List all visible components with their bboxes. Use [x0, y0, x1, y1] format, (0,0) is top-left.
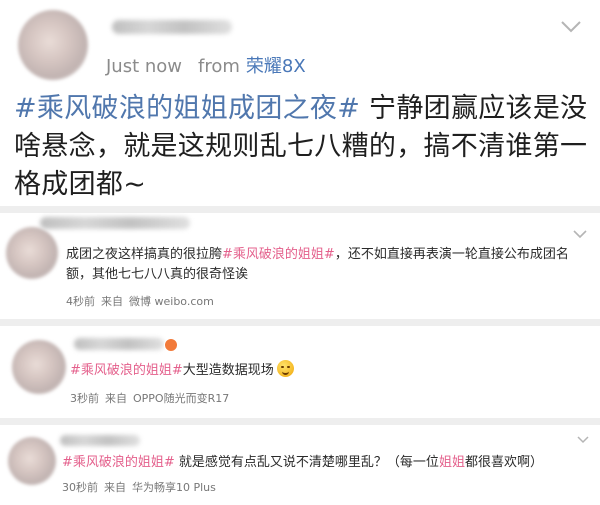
comment-item: 成团之夜这样搞真的很拉胯#乘风破浪的姐姐#，还不如直接再表演一轮直接公布成团名额… [0, 213, 600, 319]
from-label: 来自 [105, 392, 127, 405]
chevron-down-icon[interactable] [576, 435, 590, 444]
comment-topic-link[interactable]: #乘风破浪的姐姐# [70, 363, 183, 378]
chevron-down-icon[interactable] [572, 229, 588, 239]
comment-device[interactable]: 微博 weibo.com [129, 295, 214, 308]
comment-highlight[interactable]: 姐姐 [439, 455, 465, 470]
comment-text-post2: 都很喜欢啊） [464, 455, 543, 470]
avatar[interactable] [18, 10, 88, 80]
main-post: Just now from 荣耀8X #乘风破浪的姐姐成团之夜# 宁静团赢应该是没啥… [0, 0, 600, 206]
comment-time: 3秒前 [70, 392, 99, 405]
grinning-face-emoji-icon [276, 360, 294, 377]
comment-item: #乘风破浪的姐姐#大型造数据现场 3秒前 来自 OPPO随光而变R17 [0, 326, 600, 418]
comment-meta: 3秒前 来自 OPPO随光而变R17 [70, 390, 229, 406]
comment-device[interactable]: 华为畅享10 Plus [132, 481, 216, 494]
post-body: #乘风破浪的姐姐成团之夜# 宁静团赢应该是没啥悬念，就是这规则乱七八糟的，搞不清… [14, 90, 588, 204]
comment-topic-link[interactable]: #乘风破浪的姐姐# [62, 455, 175, 470]
comment-text-pre: 成团之夜这样搞真的很拉胯 [66, 247, 223, 262]
username-blurred[interactable] [112, 20, 232, 34]
comment-text: #乘风破浪的姐姐#大型造数据现场 [70, 360, 570, 381]
from-label: 来自 [104, 481, 126, 494]
comment-time: 30秒前 [62, 481, 98, 494]
chevron-down-icon[interactable] [560, 20, 582, 34]
separator [0, 319, 600, 326]
post-timestamp: Just now [106, 56, 183, 77]
comment-item: #乘风破浪的姐姐# 就是感觉有点乱又说不清楚哪里乱？（每一位姐姐都很喜欢啊） 3… [0, 425, 600, 505]
username-blurred[interactable] [60, 435, 140, 446]
separator [0, 418, 600, 425]
comment-text: 成团之夜这样搞真的很拉胯#乘风破浪的姐姐#，还不如直接再表演一轮直接公布成团名额… [66, 245, 586, 285]
avatar[interactable] [8, 437, 56, 485]
comment-text: #乘风破浪的姐姐# 就是感觉有点乱又说不清楚哪里乱？（每一位姐姐都很喜欢啊） [62, 453, 592, 473]
avatar[interactable] [6, 227, 58, 279]
post-topic-link[interactable]: #乘风破浪的姐姐成团之夜# [14, 93, 360, 124]
comment-time: 4秒前 [66, 295, 95, 308]
comment-topic-link[interactable]: #乘风破浪的姐姐# [222, 247, 335, 262]
avatar[interactable] [12, 340, 66, 394]
username-blurred[interactable] [74, 338, 164, 350]
from-label: from [198, 56, 240, 77]
from-label: 来自 [101, 295, 123, 308]
username-blurred[interactable] [40, 217, 190, 229]
comment-meta: 30秒前 来自 华为畅享10 Plus [62, 479, 216, 495]
comment-text-post: 就是感觉有点乱又说不清楚哪里乱？（每一位 [174, 455, 439, 470]
comment-text-post: 大型造数据现场 [182, 363, 274, 378]
comment-device[interactable]: OPPO随光而变R17 [133, 392, 229, 405]
post-device[interactable]: 荣耀8X [246, 56, 306, 77]
separator [0, 206, 600, 213]
comment-meta: 4秒前 来自 微博 weibo.com [66, 293, 214, 309]
post-meta: Just now from 荣耀8X [106, 52, 306, 78]
badge-icon [164, 338, 178, 352]
